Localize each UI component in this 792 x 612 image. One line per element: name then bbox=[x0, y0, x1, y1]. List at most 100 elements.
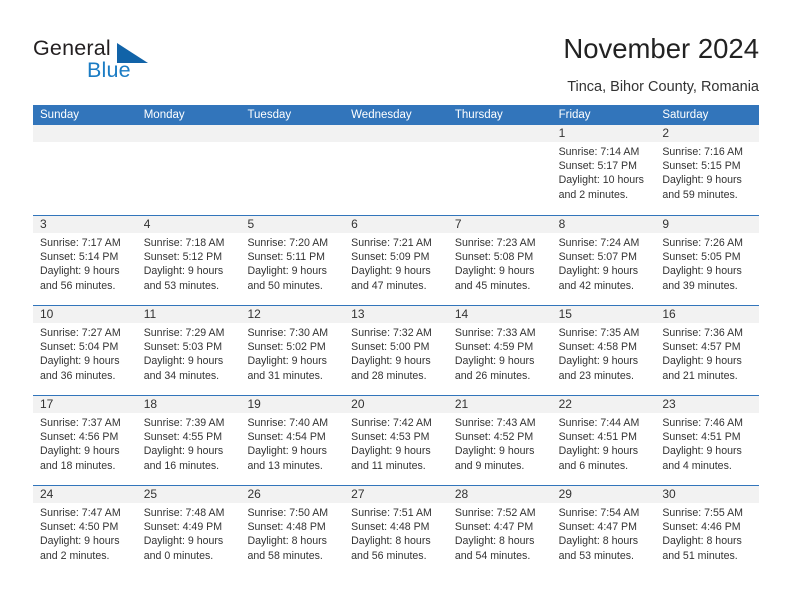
sunrise-text: Sunrise: 7:54 AM bbox=[558, 507, 640, 519]
day-sun-info: Sunrise: 7:46 AM Sunset: 4:51 PM Daylight:… bbox=[655, 413, 759, 473]
calendar-day-cell[interactable]: 24 Sunrise: 7:47 AM Sunset: 4:50 PM Dayligh… bbox=[33, 486, 137, 575]
sunset-text: Sunset: 4:48 PM bbox=[247, 521, 326, 534]
calendar-day-cell[interactable]: 22 Sunrise: 7:44 AM Sunset: 4:51 PM Dayligh… bbox=[551, 396, 656, 485]
page-title: November 2024 bbox=[563, 33, 759, 64]
daylight-text: Daylight: 9 hours and 2 minutes. bbox=[40, 535, 120, 562]
sunset-text: Sunset: 5:07 PM bbox=[558, 251, 637, 264]
calendar-day-cell-empty bbox=[136, 125, 241, 215]
sunrise-text: Sunrise: 7:47 AM bbox=[40, 507, 121, 519]
day-sun-info: Sunrise: 7:14 AM Sunset: 5:17 PM Daylight:… bbox=[552, 142, 656, 202]
day-number: 17 bbox=[33, 396, 137, 413]
sunrise-text: Sunrise: 7:50 AM bbox=[247, 507, 329, 519]
sunset-text: Sunset: 5:17 PM bbox=[558, 160, 637, 173]
calendar-day-cell[interactable]: 13 Sunrise: 7:32 AM Sunset: 5:00 PM Dayligh… bbox=[344, 306, 448, 395]
calendar-day-cell[interactable]: 9 Sunrise: 7:26 AM Sunset: 5:05 PM Daylight… bbox=[655, 216, 760, 305]
sunset-text: Sunset: 5:05 PM bbox=[662, 251, 741, 264]
day-sun-info: Sunrise: 7:52 AM Sunset: 4:47 PM Daylight:… bbox=[448, 503, 552, 563]
calendar-day-cell[interactable]: 3 Sunrise: 7:17 AM Sunset: 5:14 PM Daylight… bbox=[33, 216, 137, 305]
calendar-day-cell-empty bbox=[344, 125, 448, 215]
calendar-day-cell[interactable]: 29 Sunrise: 7:54 AM Sunset: 4:47 PM Dayligh… bbox=[551, 486, 656, 575]
daylight-text: Daylight: 9 hours and 18 minutes. bbox=[40, 445, 120, 472]
daylight-text: Daylight: 9 hours and 21 minutes. bbox=[662, 355, 742, 382]
calendar-day-cell[interactable]: 11 Sunrise: 7:29 AM Sunset: 5:03 PM Dayligh… bbox=[136, 306, 241, 395]
day-sun-info: Sunrise: 7:20 AM Sunset: 5:11 PM Daylight:… bbox=[240, 233, 344, 293]
day-number bbox=[136, 125, 241, 142]
general-blue-logo[interactable]: General Blue bbox=[33, 36, 213, 88]
calendar-day-cell[interactable]: 1 Sunrise: 7:14 AM Sunset: 5:17 PM Daylight… bbox=[551, 125, 656, 215]
calendar-day-cell[interactable]: 14 Sunrise: 7:33 AM Sunset: 4:59 PM Dayligh… bbox=[447, 306, 552, 395]
daylight-text: Daylight: 8 hours and 53 minutes. bbox=[558, 535, 639, 562]
day-sun-info: Sunrise: 7:50 AM Sunset: 4:48 PM Daylight:… bbox=[240, 503, 344, 563]
calendar-day-cell[interactable]: 2 Sunrise: 7:16 AM Sunset: 5:15 PM Daylight… bbox=[655, 125, 760, 215]
sunset-text: Sunset: 4:53 PM bbox=[351, 431, 430, 444]
day-sun-info: Sunrise: 7:54 AM Sunset: 4:47 PM Daylight:… bbox=[552, 503, 656, 563]
day-number: 29 bbox=[551, 486, 656, 503]
sunrise-text: Sunrise: 7:16 AM bbox=[662, 146, 743, 158]
day-number: 2 bbox=[655, 125, 760, 142]
day-sun-info: Sunrise: 7:23 AM Sunset: 5:08 PM Daylight:… bbox=[448, 233, 552, 293]
sunset-text: Sunset: 4:49 PM bbox=[143, 521, 223, 534]
calendar-week-row: 17 Sunrise: 7:37 AM Sunset: 4:56 PM Dayligh… bbox=[33, 395, 760, 485]
calendar-day-cell[interactable]: 8 Sunrise: 7:24 AM Sunset: 5:07 PM Daylight… bbox=[551, 216, 656, 305]
calendar-day-cell[interactable]: 18 Sunrise: 7:39 AM Sunset: 4:55 PM Dayligh… bbox=[136, 396, 241, 485]
sunrise-text: Sunrise: 7:27 AM bbox=[40, 327, 121, 339]
calendar-day-cell[interactable]: 21 Sunrise: 7:43 AM Sunset: 4:52 PM Dayligh… bbox=[447, 396, 552, 485]
daylight-text: Daylight: 9 hours and 11 minutes. bbox=[351, 445, 431, 472]
calendar-day-cell[interactable]: 25 Sunrise: 7:48 AM Sunset: 4:49 PM Dayligh… bbox=[136, 486, 241, 575]
sunset-text: Sunset: 4:47 PM bbox=[558, 521, 637, 534]
sunrise-text: Sunrise: 7:39 AM bbox=[143, 417, 225, 429]
day-sun-info: Sunrise: 7:27 AM Sunset: 5:04 PM Daylight:… bbox=[33, 323, 137, 383]
calendar-day-cell[interactable]: 7 Sunrise: 7:23 AM Sunset: 5:08 PM Daylight… bbox=[447, 216, 552, 305]
sunset-text: Sunset: 5:09 PM bbox=[351, 251, 430, 264]
day-number: 20 bbox=[344, 396, 448, 413]
weekday-tuesday: Tuesday bbox=[247, 109, 292, 121]
day-number bbox=[344, 125, 448, 142]
calendar-day-cell[interactable]: 19 Sunrise: 7:40 AM Sunset: 4:54 PM Dayligh… bbox=[240, 396, 345, 485]
sunrise-text: Sunrise: 7:21 AM bbox=[351, 237, 432, 249]
calendar-page: General Blue November 2024 Tinca, Bihor … bbox=[0, 0, 792, 612]
sunset-text: Sunset: 4:50 PM bbox=[40, 521, 119, 534]
calendar-day-cell[interactable]: 5 Sunrise: 7:20 AM Sunset: 5:11 PM Daylight… bbox=[240, 216, 345, 305]
sunset-text: Sunset: 5:14 PM bbox=[40, 251, 119, 264]
day-number: 27 bbox=[344, 486, 448, 503]
calendar-day-cell[interactable]: 6 Sunrise: 7:21 AM Sunset: 5:09 PM Daylight… bbox=[344, 216, 448, 305]
calendar-day-cell[interactable]: 26 Sunrise: 7:50 AM Sunset: 4:48 PM Dayligh… bbox=[240, 486, 345, 575]
daylight-text: Daylight: 9 hours and 39 minutes. bbox=[662, 265, 742, 292]
daylight-text: Daylight: 9 hours and 34 minutes. bbox=[143, 355, 224, 382]
day-number: 8 bbox=[551, 216, 656, 233]
sunrise-text: Sunrise: 7:35 AM bbox=[558, 327, 640, 339]
day-sun-info: Sunrise: 7:30 AM Sunset: 5:02 PM Daylight:… bbox=[240, 323, 344, 383]
daylight-text: Daylight: 9 hours and 47 minutes. bbox=[351, 265, 431, 292]
day-sun-info: Sunrise: 7:40 AM Sunset: 4:54 PM Daylight:… bbox=[240, 413, 344, 473]
daylight-text: Daylight: 9 hours and 28 minutes. bbox=[351, 355, 431, 382]
day-number: 11 bbox=[136, 306, 241, 323]
calendar-day-cell[interactable]: 28 Sunrise: 7:52 AM Sunset: 4:47 PM Dayligh… bbox=[447, 486, 552, 575]
daylight-text: Daylight: 9 hours and 59 minutes. bbox=[662, 174, 742, 201]
sunrise-text: Sunrise: 7:52 AM bbox=[454, 507, 536, 519]
daylight-text: Daylight: 9 hours and 26 minutes. bbox=[454, 355, 535, 382]
calendar-day-cell[interactable]: 12 Sunrise: 7:30 AM Sunset: 5:02 PM Dayligh… bbox=[240, 306, 345, 395]
calendar-day-cell[interactable]: 23 Sunrise: 7:46 AM Sunset: 4:51 PM Dayligh… bbox=[655, 396, 760, 485]
weekday-thursday: Thursday bbox=[454, 109, 503, 121]
daylight-text: Daylight: 9 hours and 50 minutes. bbox=[247, 265, 327, 292]
calendar-day-cell[interactable]: 20 Sunrise: 7:42 AM Sunset: 4:53 PM Dayligh… bbox=[344, 396, 448, 485]
calendar-day-cell[interactable]: 15 Sunrise: 7:35 AM Sunset: 4:58 PM Dayligh… bbox=[551, 306, 656, 395]
sunrise-text: Sunrise: 7:40 AM bbox=[247, 417, 329, 429]
calendar-day-cell[interactable]: 27 Sunrise: 7:51 AM Sunset: 4:48 PM Dayligh… bbox=[344, 486, 448, 575]
day-number: 15 bbox=[551, 306, 656, 323]
weekday-header-row: Sunday Monday Tuesday Wednesday Thursday… bbox=[33, 105, 759, 125]
weekday-wednesday: Wednesday bbox=[351, 109, 412, 121]
day-number: 16 bbox=[655, 306, 760, 323]
calendar-day-cell[interactable]: 10 Sunrise: 7:27 AM Sunset: 5:04 PM Dayligh… bbox=[33, 306, 137, 395]
calendar-day-cell[interactable]: 4 Sunrise: 7:18 AM Sunset: 5:12 PM Daylight… bbox=[136, 216, 241, 305]
calendar-day-cell[interactable]: 17 Sunrise: 7:37 AM Sunset: 4:56 PM Dayligh… bbox=[33, 396, 137, 485]
day-number bbox=[240, 125, 345, 142]
sunrise-text: Sunrise: 7:29 AM bbox=[143, 327, 225, 339]
sunrise-text: Sunrise: 7:18 AM bbox=[143, 237, 225, 249]
calendar-day-cell[interactable]: 16 Sunrise: 7:36 AM Sunset: 4:57 PM Dayligh… bbox=[655, 306, 760, 395]
sunrise-text: Sunrise: 7:37 AM bbox=[40, 417, 121, 429]
day-number: 23 bbox=[655, 396, 760, 413]
day-sun-info: Sunrise: 7:51 AM Sunset: 4:48 PM Daylight:… bbox=[344, 503, 448, 563]
day-number bbox=[33, 125, 137, 142]
calendar-day-cell[interactable]: 30 Sunrise: 7:55 AM Sunset: 4:46 PM Dayligh… bbox=[655, 486, 760, 575]
